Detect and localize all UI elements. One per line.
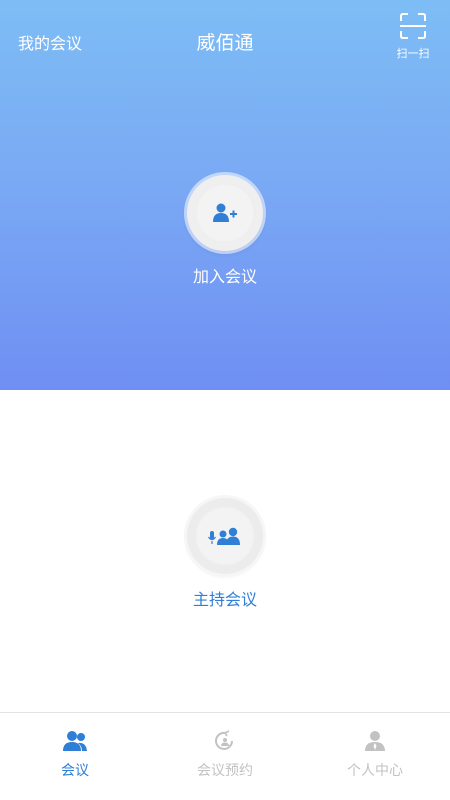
tab-meeting[interactable]: 会议 xyxy=(0,713,150,800)
schedule-icon xyxy=(215,730,233,750)
hero-panel: 我的会议 威佰通 扫一扫 加入会议 xyxy=(0,0,450,390)
bottom-tab-bar: 会议 会议预约 个人中心 xyxy=(0,712,450,800)
join-meeting-button[interactable] xyxy=(187,175,263,251)
join-meeting-label[interactable]: 加入会议 xyxy=(0,263,450,287)
host-meeting-button-inner xyxy=(195,506,255,566)
profile-icon xyxy=(365,731,385,751)
host-meeting-label[interactable]: 主持会议 xyxy=(0,586,450,610)
tab-schedule-label: 会议预约 xyxy=(197,763,253,779)
tab-profile-label: 个人中心 xyxy=(347,763,403,779)
host-meeting-icon xyxy=(208,527,240,545)
join-meeting-button-inner xyxy=(195,183,255,243)
host-meeting-button[interactable] xyxy=(187,498,263,574)
meeting-icon xyxy=(63,731,87,751)
app-title: 威佰通 xyxy=(196,32,254,54)
scan-icon xyxy=(400,13,426,39)
tab-profile[interactable]: 个人中心 xyxy=(300,713,450,800)
scan-button[interactable]: 扫一扫 xyxy=(390,12,436,64)
tab-schedule[interactable]: 会议预约 xyxy=(150,713,300,800)
tab-meeting-label: 会议 xyxy=(61,763,89,779)
add-user-icon xyxy=(213,203,237,222)
scan-label: 扫一扫 xyxy=(396,47,430,60)
